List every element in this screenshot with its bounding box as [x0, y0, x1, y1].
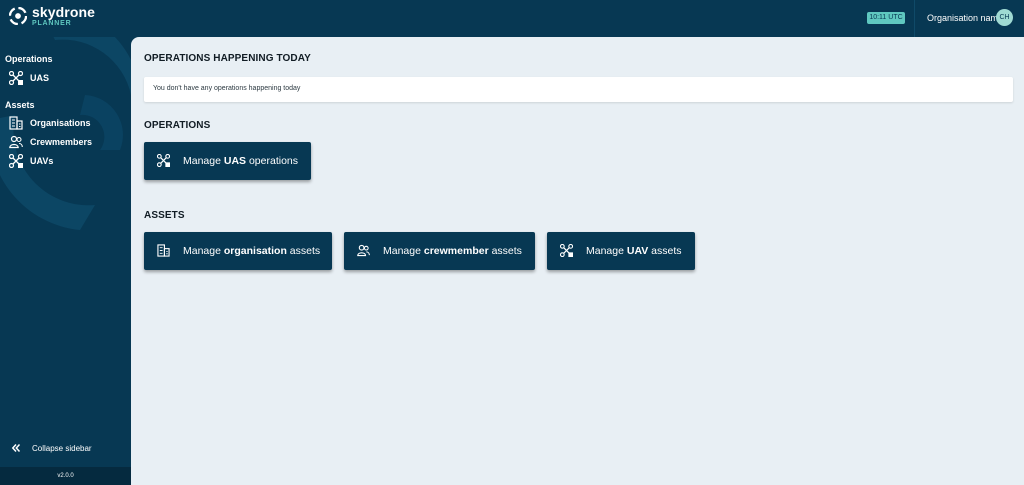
- top-bar: skydrone PLANNER 10:11 UTC Organisation …: [0, 0, 1024, 37]
- sidebar-item-label: Organisations: [30, 118, 91, 128]
- skydrone-logo-icon: [9, 7, 27, 25]
- sidebar-item-label: Crewmembers: [30, 137, 93, 147]
- collapse-sidebar-label: Collapse sidebar: [32, 443, 92, 453]
- today-section-title: OPERATIONS HAPPENING TODAY: [144, 53, 311, 64]
- version-label: v2.0.0: [0, 467, 131, 485]
- people-icon: [9, 135, 23, 149]
- drone-icon: [9, 154, 23, 168]
- operations-section-title: OPERATIONS: [144, 120, 211, 131]
- main-content: OPERATIONS HAPPENING TODAY You don't hav…: [131, 37, 1024, 485]
- manage-uas-operations-button[interactable]: Manage UAS operations: [144, 142, 311, 180]
- sidebar-heading-operations: Operations: [5, 54, 53, 64]
- sidebar-item-crewmembers[interactable]: Crewmembers: [9, 135, 92, 149]
- sidebar: Operations UAS Assets Organisations Crew…: [0, 37, 131, 485]
- double-chevron-left-icon: [11, 443, 21, 453]
- manage-crewmember-assets-button[interactable]: Manage crewmember assets: [344, 232, 535, 270]
- people-icon: [357, 244, 370, 257]
- assets-section-title: ASSETS: [144, 210, 185, 221]
- sidebar-item-label: UAVs: [30, 156, 54, 166]
- drone-icon: [9, 71, 23, 85]
- sidebar-item-label: UAS: [30, 73, 50, 83]
- drone-icon: [560, 244, 573, 257]
- button-label: Manage organisation assets: [183, 245, 321, 257]
- manage-uav-assets-button[interactable]: Manage UAV assets: [547, 232, 695, 270]
- button-label: Manage UAV assets: [586, 245, 682, 257]
- sidebar-heading-assets: Assets: [5, 100, 35, 110]
- drone-icon: [157, 154, 170, 167]
- button-label: Manage UAS operations: [183, 155, 298, 167]
- sidebar-item-organisations[interactable]: Organisations: [9, 116, 91, 130]
- manage-organisation-assets-button[interactable]: Manage organisation assets: [144, 232, 332, 270]
- utc-time-badge: 10:11 UTC: [867, 12, 905, 24]
- collapse-sidebar-button[interactable]: Collapse sidebar: [11, 443, 92, 453]
- today-empty-message: You don't have any operations happening …: [153, 85, 301, 92]
- button-label: Manage crewmember assets: [383, 245, 522, 257]
- user-avatar[interactable]: CH: [996, 9, 1013, 26]
- sidebar-item-uavs[interactable]: UAVs: [9, 154, 53, 168]
- building-icon: [157, 244, 170, 257]
- organisation-name[interactable]: Organisation name: [927, 13, 1003, 23]
- brand-name: skydrone: [32, 4, 96, 20]
- header-divider: [914, 0, 915, 37]
- logo[interactable]: skydrone PLANNER: [9, 5, 95, 27]
- today-empty-card: You don't have any operations happening …: [144, 77, 1013, 102]
- product-name: PLANNER: [32, 20, 72, 27]
- sidebar-item-uas[interactable]: UAS: [9, 71, 49, 85]
- building-icon: [9, 116, 23, 130]
